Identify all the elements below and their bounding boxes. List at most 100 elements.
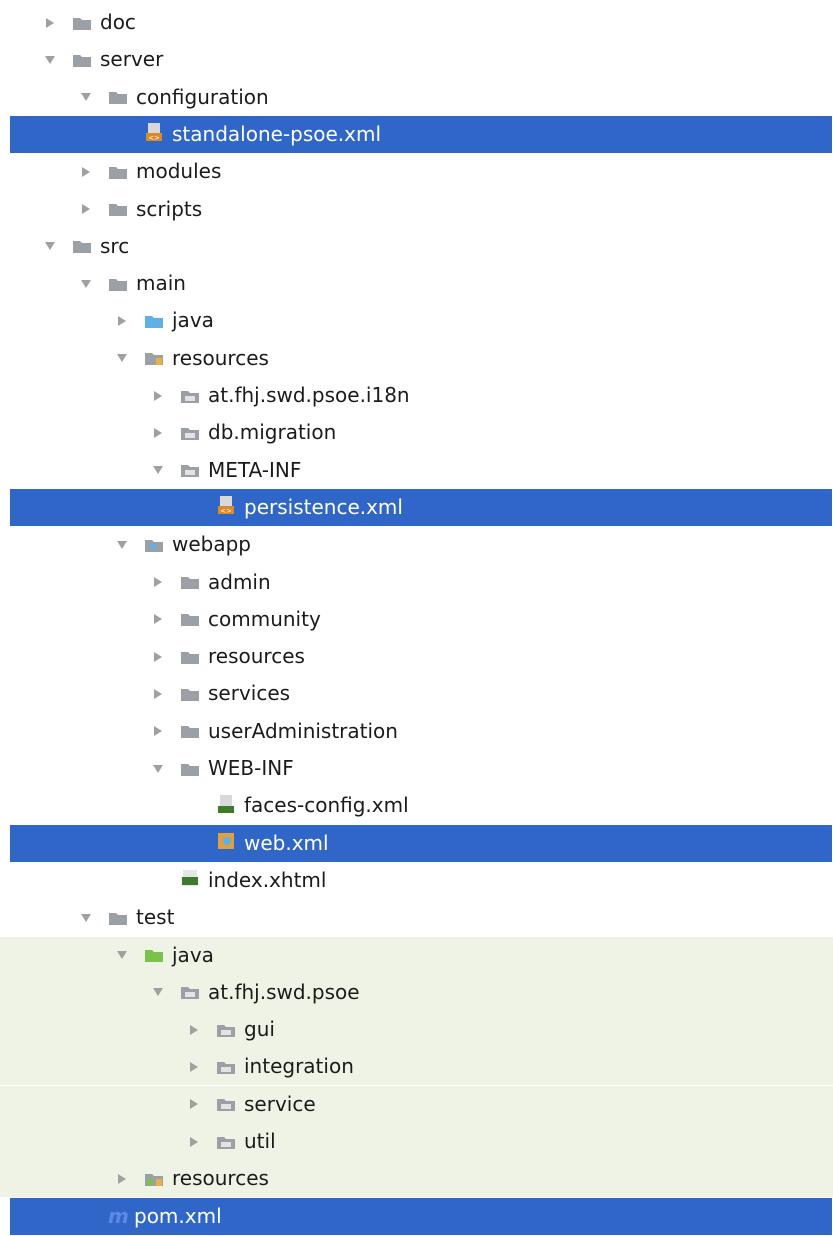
- tree-item-pom-xml[interactable]: m pom.xml: [10, 1197, 832, 1235]
- expand-arrow-icon[interactable]: [114, 537, 130, 553]
- collapse-arrow-icon[interactable]: [150, 388, 166, 404]
- maven-icon: m: [108, 1204, 129, 1229]
- collapse-arrow-icon[interactable]: [150, 574, 166, 590]
- tree-item-label: WEB-INF: [208, 756, 294, 780]
- folder-icon: [108, 201, 128, 217]
- folder-icon: [180, 649, 200, 665]
- collapse-arrow-icon[interactable]: [150, 723, 166, 739]
- tree-item-resources[interactable]: resources: [0, 638, 833, 675]
- tree-item-modules[interactable]: modules: [0, 153, 833, 190]
- no-arrow: [186, 499, 202, 515]
- tree-item-test[interactable]: test: [0, 899, 833, 936]
- collapse-arrow-icon[interactable]: [186, 1134, 202, 1150]
- tree-item-label: services: [208, 681, 291, 706]
- collapse-arrow-icon[interactable]: [150, 649, 166, 665]
- tree-item-label: pom.xml: [134, 1203, 222, 1228]
- tree-item-label: util: [244, 1129, 276, 1153]
- collapse-arrow-icon[interactable]: [42, 15, 58, 31]
- tree-item-server[interactable]: server: [0, 41, 833, 78]
- tree-item-label: configuration: [136, 84, 269, 109]
- collapse-arrow-icon[interactable]: [150, 425, 166, 441]
- expand-arrow-icon[interactable]: [150, 761, 166, 777]
- tree-item-scripts[interactable]: scripts: [0, 191, 833, 228]
- collapse-arrow-icon[interactable]: [186, 1022, 202, 1038]
- tree-item-label: webapp: [172, 532, 252, 557]
- expand-arrow-icon[interactable]: [150, 984, 166, 1000]
- tree-item-label: scripts: [136, 196, 203, 221]
- expand-arrow-icon[interactable]: [78, 910, 94, 926]
- tree-item-services[interactable]: services: [0, 675, 833, 712]
- project-tree: doc server configuration <> standalone-psoe.…: [0, 0, 833, 1236]
- web-folder-icon: [144, 537, 164, 553]
- tree-item-at-fhj-swd-psoe[interactable]: at.fhj.swd.psoe: [0, 973, 833, 1011]
- tree-item-label: main: [136, 271, 186, 296]
- tree-item-integration[interactable]: integration: [0, 1048, 833, 1086]
- tree-item-web-inf[interactable]: WEB-INF: [0, 750, 833, 787]
- tree-item-util[interactable]: util: [0, 1123, 833, 1160]
- tree-item-label: persistence.xml: [244, 494, 403, 519]
- tree-item-label: web.xml: [244, 830, 329, 855]
- tree-item-main[interactable]: main: [0, 265, 833, 302]
- folder-icon: [72, 52, 92, 68]
- tree-item-web-xml[interactable]: web.xml: [10, 824, 832, 862]
- package-icon: [180, 462, 200, 478]
- expand-arrow-icon[interactable]: [42, 238, 58, 254]
- package-icon: [180, 388, 200, 404]
- folder-icon: [180, 686, 200, 702]
- package-icon: [216, 1022, 236, 1038]
- tree-item-meta-inf[interactable]: META-INF: [0, 452, 833, 489]
- package-icon: [216, 1134, 236, 1150]
- tree-item-resources[interactable]: resources: [0, 1160, 833, 1198]
- tree-item-doc[interactable]: doc: [0, 4, 833, 41]
- tree-item-label: server: [100, 47, 164, 72]
- tree-item-src[interactable]: src: [0, 228, 833, 265]
- expand-arrow-icon[interactable]: [114, 350, 130, 366]
- folder-icon: [108, 276, 128, 292]
- tree-item-at-fhj-swd-psoe-i18n[interactable]: at.fhj.swd.psoe.i18n: [0, 377, 833, 414]
- no-arrow: [186, 835, 202, 851]
- tree-item-faces-config-xml[interactable]: faces-config.xml: [0, 787, 833, 824]
- expand-arrow-icon[interactable]: [114, 947, 130, 963]
- collapse-arrow-icon[interactable]: [114, 1171, 130, 1187]
- tree-item-webapp[interactable]: webapp: [0, 526, 833, 563]
- folder-icon: [108, 910, 128, 926]
- tree-item-community[interactable]: community: [0, 601, 833, 638]
- collapse-arrow-icon[interactable]: [114, 313, 130, 329]
- package-icon: [180, 984, 200, 1000]
- tree-item-gui[interactable]: gui: [0, 1011, 833, 1049]
- collapse-arrow-icon[interactable]: [78, 201, 94, 217]
- tree-item-index-xhtml[interactable]: index.xhtml: [0, 862, 833, 899]
- collapse-arrow-icon[interactable]: [78, 164, 94, 180]
- tree-item-admin[interactable]: admin: [0, 564, 833, 601]
- no-arrow: [78, 1208, 94, 1224]
- xml-file-icon: <>: [216, 496, 236, 515]
- collapse-arrow-icon[interactable]: [150, 611, 166, 627]
- expand-arrow-icon[interactable]: [42, 52, 58, 68]
- collapse-arrow-icon[interactable]: [150, 686, 166, 702]
- tree-item-resources[interactable]: resources: [0, 340, 833, 377]
- no-arrow: [186, 798, 202, 814]
- package-icon: [216, 1059, 236, 1075]
- collapse-arrow-icon[interactable]: [186, 1096, 202, 1112]
- tree-item-configuration[interactable]: configuration: [0, 79, 833, 116]
- tree-item-db-migration[interactable]: db.migration: [0, 414, 833, 451]
- tree-item-persistence-xml[interactable]: <> persistence.xml: [10, 488, 832, 526]
- tree-item-service[interactable]: service: [0, 1085, 833, 1123]
- svg-text:<>: <>: [220, 507, 232, 515]
- tree-item-java[interactable]: java: [0, 936, 833, 974]
- tree-item-label: at.fhj.swd.psoe.i18n: [208, 383, 410, 407]
- source-folder-icon: [144, 313, 164, 329]
- tree-item-label: index.xhtml: [208, 867, 327, 892]
- tree-item-useradministration[interactable]: userAdministration: [0, 713, 833, 750]
- tree-item-label: doc: [100, 10, 136, 34]
- tree-item-java[interactable]: java: [0, 302, 833, 339]
- expand-arrow-icon[interactable]: [78, 89, 94, 105]
- tree-item-label: java: [172, 308, 214, 333]
- tree-item-standalone-psoe-xml[interactable]: <> standalone-psoe.xml: [10, 115, 832, 153]
- expand-arrow-icon[interactable]: [150, 462, 166, 478]
- tree-item-label: src: [100, 233, 130, 258]
- folder-icon: [108, 164, 128, 180]
- folder-icon: [72, 238, 92, 254]
- collapse-arrow-icon[interactable]: [186, 1059, 202, 1075]
- expand-arrow-icon[interactable]: [78, 276, 94, 292]
